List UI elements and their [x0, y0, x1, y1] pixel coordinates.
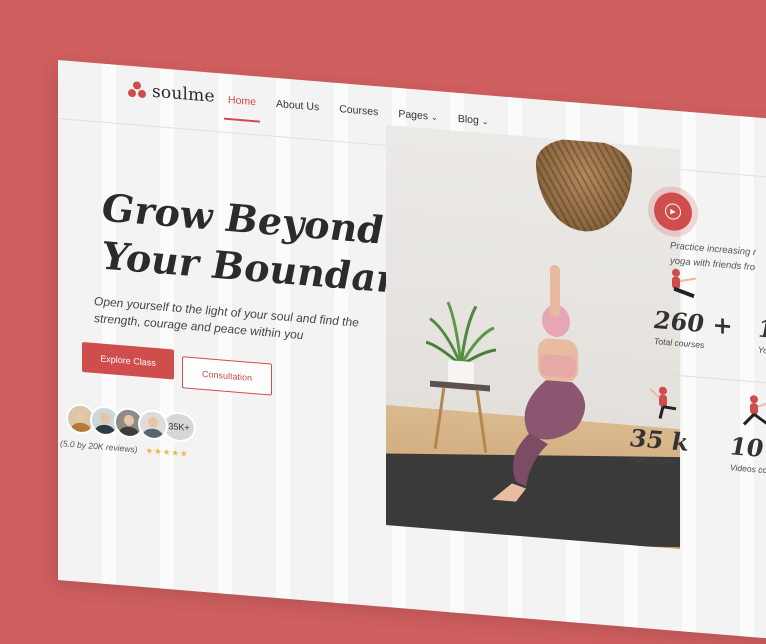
brand-name: soulme	[152, 81, 215, 107]
nav-item-label: About Us	[276, 97, 320, 114]
website-card: soulme Home About Us Courses Pages ⌄ Blog…	[58, 60, 766, 644]
yoga-pose-icon	[649, 386, 677, 419]
brand-logo[interactable]: soulme	[128, 80, 215, 107]
stat-value: 35 k	[630, 423, 689, 457]
nav-item-label: Home	[228, 93, 257, 109]
avatar	[138, 408, 168, 442]
stat-label: Yoga	[758, 344, 766, 357]
lotus-logo-icon	[128, 81, 146, 100]
stat-participants: 35 k Participants	[630, 423, 688, 469]
nav-item-courses[interactable]: Courses	[339, 103, 378, 118]
stat-value: 1	[758, 313, 766, 344]
nav-item-label: Courses	[339, 103, 379, 119]
chevron-down-icon: ⌄	[431, 112, 438, 123]
stat-value: 10	[730, 431, 764, 463]
hero-yoga-photo	[386, 124, 680, 550]
nav-item-label: Pages	[398, 107, 429, 123]
play-icon: ▶	[665, 202, 681, 221]
yoga-pose-icon	[672, 268, 697, 299]
stat-total-courses: 260 + Total courses	[654, 305, 733, 352]
nav-item-pages[interactable]: Pages ⌄	[398, 108, 437, 123]
plant-pot	[448, 360, 474, 385]
chevron-down-icon: ⌄	[481, 116, 489, 127]
nav-menu: Home About Us Courses Pages ⌄ Blog ⌄	[228, 94, 489, 127]
stat-value: 260 +	[654, 305, 733, 341]
nav-item-about-us[interactable]: About Us	[276, 98, 319, 114]
stat-videos: 10 Videos co	[730, 431, 766, 475]
nav-item-home[interactable]: Home	[228, 94, 256, 108]
yoga-pose-icon	[742, 395, 766, 426]
nav-item-blog[interactable]: Blog ⌄	[458, 113, 489, 128]
yoga-person-image	[492, 264, 585, 502]
nav-item-label: Blog	[457, 112, 479, 127]
stat-yoga: 1 Yoga	[758, 314, 766, 357]
